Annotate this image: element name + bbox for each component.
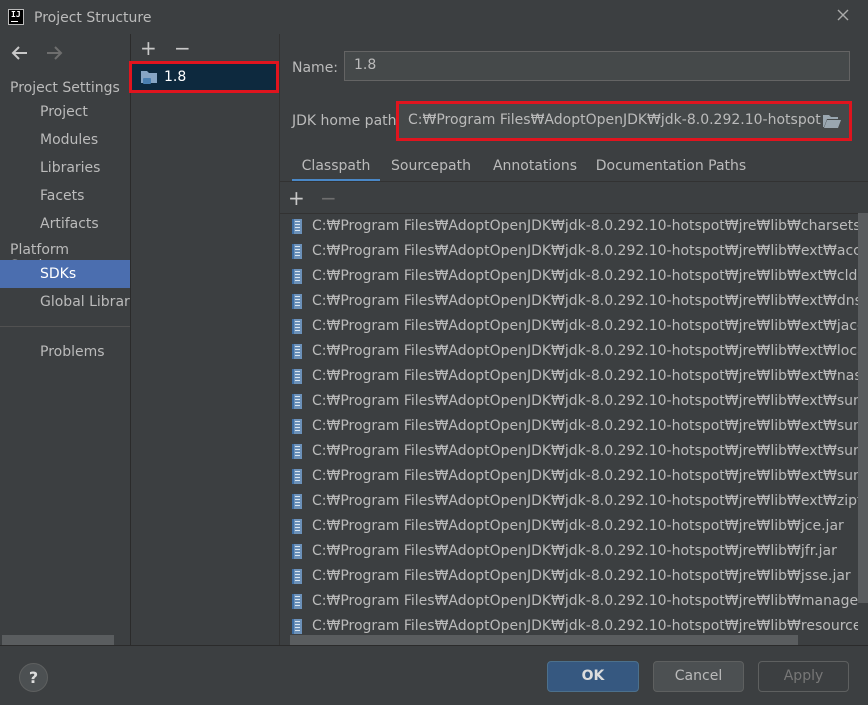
scrollbar-thumb[interactable]	[858, 213, 868, 603]
highlight-box	[396, 101, 852, 141]
cancel-button[interactable]: Cancel	[653, 661, 744, 692]
classpath-entry: C:₩Program Files₩AdoptOpenJDK₩jdk-8.0.29…	[312, 318, 858, 334]
tab-documentation-paths[interactable]: Documentation Paths	[594, 158, 748, 182]
sdk-list-panel: + − 1.8	[130, 34, 280, 645]
classpath-entry: C:₩Program Files₩AdoptOpenJDK₩jdk-8.0.29…	[312, 618, 858, 634]
tab-classpath[interactable]: Classpath	[292, 158, 380, 182]
window-title: Project Structure	[34, 10, 152, 26]
list-item[interactable]: C:₩Program Files₩AdoptOpenJDK₩jdk-8.0.29…	[280, 589, 858, 614]
sidebar-item-project[interactable]: Project	[0, 98, 130, 126]
classpath-entry: C:₩Program Files₩AdoptOpenJDK₩jdk-8.0.29…	[312, 268, 858, 284]
list-item[interactable]: C:₩Program Files₩AdoptOpenJDK₩jdk-8.0.29…	[280, 439, 858, 464]
classpath-entry: C:₩Program Files₩AdoptOpenJDK₩jdk-8.0.29…	[312, 343, 858, 359]
list-item[interactable]: C:₩Program Files₩AdoptOpenJDK₩jdk-8.0.29…	[280, 239, 858, 264]
classpath-entry: C:₩Program Files₩AdoptOpenJDK₩jdk-8.0.29…	[312, 418, 858, 434]
list-item[interactable]: C:₩Program Files₩AdoptOpenJDK₩jdk-8.0.29…	[280, 414, 858, 439]
help-button[interactable]: ?	[19, 663, 48, 692]
jar-icon	[292, 519, 302, 534]
classpath-entry: C:₩Program Files₩AdoptOpenJDK₩jdk-8.0.29…	[312, 293, 858, 309]
classpath-vertical-scrollbar[interactable]	[858, 213, 868, 645]
jar-icon	[292, 394, 302, 409]
jdk-home-path-label: JDK home path:	[292, 113, 402, 129]
jar-icon	[292, 569, 302, 584]
project-settings-heading: Project Settings	[10, 80, 120, 96]
name-label: Name:	[292, 60, 339, 76]
add-classpath-button[interactable]: +	[288, 188, 305, 208]
tab-annotations[interactable]: Annotations	[487, 158, 583, 182]
list-item[interactable]: C:₩Program Files₩AdoptOpenJDK₩jdk-8.0.29…	[280, 489, 858, 514]
classpath-entry: C:₩Program Files₩AdoptOpenJDK₩jdk-8.0.29…	[312, 593, 858, 609]
jar-icon	[292, 344, 302, 359]
sidebar-item-facets[interactable]: Facets	[0, 182, 130, 210]
classpath-entry: C:₩Program Files₩AdoptOpenJDK₩jdk-8.0.29…	[312, 368, 858, 384]
sidebar-item-libraries[interactable]: Libraries	[0, 154, 130, 182]
list-item[interactable]: C:₩Program Files₩AdoptOpenJDK₩jdk-8.0.29…	[280, 464, 858, 489]
classpath-horizontal-scrollbar[interactable]	[290, 635, 798, 645]
name-field[interactable]: 1.8	[344, 51, 850, 81]
list-item[interactable]: C:₩Program Files₩AdoptOpenJDK₩jdk-8.0.29…	[280, 339, 858, 364]
jar-icon	[292, 469, 302, 484]
jar-icon	[292, 594, 302, 609]
list-item[interactable]: C:₩Program Files₩AdoptOpenJDK₩jdk-8.0.29…	[280, 539, 858, 564]
sidebar-divider	[0, 326, 130, 327]
jar-icon	[292, 294, 302, 309]
list-item[interactable]: C:₩Program Files₩AdoptOpenJDK₩jdk-8.0.29…	[280, 289, 858, 314]
settings-sidebar: Project Settings Project Modules Librari…	[0, 34, 130, 645]
sidebar-item-artifacts[interactable]: Artifacts	[0, 210, 130, 238]
intellij-logo-icon: IJ	[8, 9, 24, 25]
tab-sourcepath[interactable]: Sourcepath	[386, 158, 476, 182]
list-item[interactable]: C:₩Program Files₩AdoptOpenJDK₩jdk-8.0.29…	[280, 514, 858, 539]
sidebar-item-modules[interactable]: Modules	[0, 126, 130, 154]
classpath-entry: C:₩Program Files₩AdoptOpenJDK₩jdk-8.0.29…	[312, 468, 858, 484]
list-item[interactable]: C:₩Program Files₩AdoptOpenJDK₩jdk-8.0.29…	[280, 264, 858, 289]
jar-icon	[292, 419, 302, 434]
apply-button[interactable]: Apply	[758, 661, 849, 692]
jar-icon	[292, 494, 302, 509]
classpath-entry: C:₩Program Files₩AdoptOpenJDK₩jdk-8.0.29…	[312, 243, 858, 259]
list-item[interactable]: C:₩Program Files₩AdoptOpenJDK₩jdk-8.0.29…	[280, 364, 858, 389]
add-sdk-button[interactable]: +	[140, 38, 157, 58]
jar-icon	[292, 619, 302, 634]
jar-icon	[292, 319, 302, 334]
list-item[interactable]: C:₩Program Files₩AdoptOpenJDK₩jdk-8.0.29…	[280, 564, 858, 589]
jar-icon	[292, 244, 302, 259]
tabs-divider	[280, 181, 868, 182]
list-item[interactable]: C:₩Program Files₩AdoptOpenJDK₩jdk-8.0.29…	[280, 214, 858, 239]
jar-icon	[292, 369, 302, 384]
sidebar-item-global-libraries[interactable]: Global Librarie	[0, 288, 130, 316]
title-bar: IJ Project Structure	[0, 0, 868, 34]
close-icon[interactable]	[836, 8, 850, 22]
classpath-entry: C:₩Program Files₩AdoptOpenJDK₩jdk-8.0.29…	[312, 393, 858, 409]
classpath-list: C:₩Program Files₩AdoptOpenJDK₩jdk-8.0.29…	[280, 213, 858, 645]
jar-icon	[292, 544, 302, 559]
remove-classpath-button[interactable]: −	[320, 188, 337, 208]
highlight-box	[129, 61, 279, 93]
jar-icon	[292, 444, 302, 459]
sidebar-horizontal-scrollbar[interactable]	[2, 635, 114, 645]
jar-icon	[292, 219, 302, 234]
list-item[interactable]: C:₩Program Files₩AdoptOpenJDK₩jdk-8.0.29…	[280, 314, 858, 339]
classpath-entry: C:₩Program Files₩AdoptOpenJDK₩jdk-8.0.29…	[312, 493, 858, 509]
list-item[interactable]: C:₩Program Files₩AdoptOpenJDK₩jdk-8.0.29…	[280, 389, 858, 414]
classpath-entry: C:₩Program Files₩AdoptOpenJDK₩jdk-8.0.29…	[312, 218, 858, 234]
arrow-right-icon[interactable]	[44, 44, 64, 62]
arrow-left-icon[interactable]	[10, 44, 30, 62]
classpath-entry: C:₩Program Files₩AdoptOpenJDK₩jdk-8.0.29…	[312, 568, 851, 584]
remove-sdk-button[interactable]: −	[174, 38, 191, 58]
classpath-entry: C:₩Program Files₩AdoptOpenJDK₩jdk-8.0.29…	[312, 543, 837, 559]
classpath-entry: C:₩Program Files₩AdoptOpenJDK₩jdk-8.0.29…	[312, 518, 844, 534]
sidebar-item-sdks[interactable]: SDKs	[0, 260, 130, 288]
jar-icon	[292, 269, 302, 284]
ok-button[interactable]: OK	[547, 661, 639, 692]
classpath-entry: C:₩Program Files₩AdoptOpenJDK₩jdk-8.0.29…	[312, 443, 858, 459]
sidebar-item-problems[interactable]: Problems	[0, 338, 130, 366]
